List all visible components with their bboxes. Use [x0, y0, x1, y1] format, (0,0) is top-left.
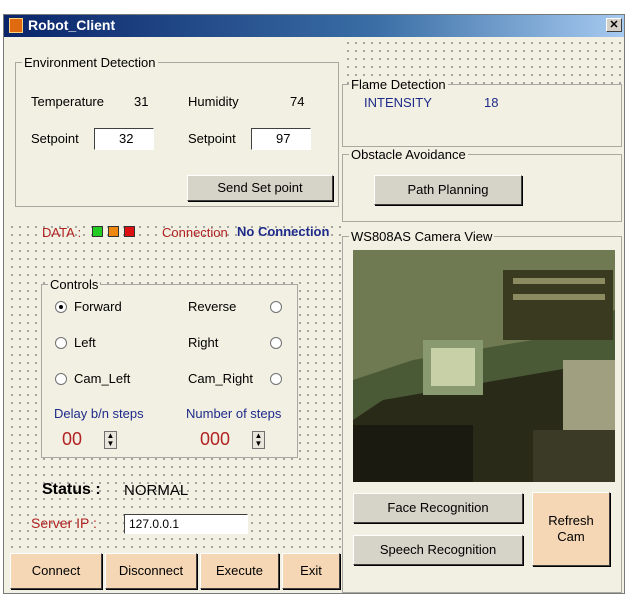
data-led-green: [92, 226, 103, 237]
status-label: Status :: [42, 481, 101, 498]
delay-label: Delay b/n steps: [54, 406, 144, 421]
forward-radio[interactable]: [55, 301, 67, 313]
steps-label: Number of steps: [186, 406, 282, 421]
humidity-setpoint-input[interactable]: 97: [251, 128, 311, 150]
close-button[interactable]: ✕: [606, 18, 622, 32]
humidity-value: 74: [290, 94, 305, 109]
steps-spinner[interactable]: ▲ ▼: [252, 431, 265, 449]
temperature-value: 31: [134, 94, 149, 109]
environment-detection-legend: Environment Detection: [22, 55, 158, 70]
speech-recognition-button[interactable]: Speech Recognition: [353, 535, 523, 565]
data-label: DATA :: [42, 225, 82, 240]
flame-detection-legend: Flame Detection: [349, 77, 448, 92]
reverse-label: Reverse: [188, 299, 237, 314]
data-led-red: [124, 226, 135, 237]
camera-feed: [353, 250, 615, 482]
robot-client-window: Robot_Client ✕ Environment Detection Tem…: [3, 14, 625, 594]
connection-label: Connection: [162, 225, 228, 240]
title-bar[interactable]: Robot_Client ✕: [4, 15, 624, 37]
right-radio[interactable]: [270, 337, 282, 349]
reverse-radio[interactable]: [270, 301, 282, 313]
data-led-orange: [108, 226, 119, 237]
execute-button[interactable]: Execute: [200, 553, 279, 589]
server-ip-label: Server IP :: [31, 515, 97, 531]
right-label: Right: [188, 335, 219, 350]
forward-label: Forward: [74, 299, 122, 314]
intensity-value: 18: [484, 95, 499, 110]
face-recognition-button[interactable]: Face Recognition: [353, 493, 523, 523]
humidity-label: Humidity: [188, 94, 239, 109]
connection-status: No Connection: [237, 224, 330, 239]
connect-button[interactable]: Connect: [10, 553, 102, 589]
steps-value[interactable]: 000: [200, 429, 230, 450]
server-ip-input[interactable]: 127.0.0.1: [124, 514, 248, 534]
path-planning-button[interactable]: Path Planning: [374, 175, 522, 205]
status-value: NORMAL: [124, 482, 189, 499]
close-icon: ✕: [609, 19, 619, 31]
disconnect-button[interactable]: Disconnect: [105, 553, 197, 589]
controls-legend: Controls: [48, 277, 101, 292]
exit-button[interactable]: Exit: [282, 553, 340, 589]
camera-view-legend: WS808AS Camera View: [349, 229, 495, 244]
temperature-label: Temperature: [31, 94, 104, 109]
cam-right-label: Cam_Right: [188, 371, 254, 386]
obstacle-avoidance-legend: Obstacle Avoidance: [349, 147, 468, 162]
delay-spinner[interactable]: ▲ ▼: [104, 431, 117, 449]
left-label: Left: [74, 335, 96, 350]
window-title: Robot_Client: [28, 17, 116, 33]
setpoint-label-temperature: Setpoint: [31, 131, 79, 146]
flame-detection-group: Flame Detection: [342, 77, 622, 147]
delay-value[interactable]: 00: [62, 429, 82, 450]
cam-right-radio[interactable]: [270, 373, 282, 385]
intensity-label: INTENSITY: [364, 95, 432, 110]
cam-left-radio[interactable]: [55, 373, 67, 385]
refresh-cam-button[interactable]: Refresh Cam: [532, 492, 610, 566]
cam-left-label: Cam_Left: [74, 371, 131, 386]
app-icon: [9, 18, 23, 33]
temperature-setpoint-input[interactable]: 32: [94, 128, 154, 150]
camera-scene: [353, 250, 615, 482]
left-radio[interactable]: [55, 337, 67, 349]
setpoint-label-humidity: Setpoint: [188, 131, 236, 146]
send-setpoint-button[interactable]: Send Set point: [187, 175, 333, 201]
